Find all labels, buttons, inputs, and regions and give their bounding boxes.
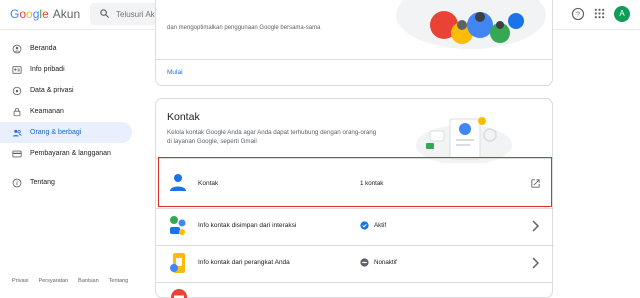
sidebar-item-beranda[interactable]: Beranda: [0, 38, 132, 59]
sidebar-item-label: Data & privasi: [30, 87, 74, 94]
footer-link-persyaratan[interactable]: Persyaratan: [39, 278, 69, 284]
minus-circle-icon: [360, 258, 369, 267]
sidebar-nav: Beranda Info pribadi Data & privasi Keam…: [0, 38, 132, 193]
contacts-card-title: Kontak: [167, 111, 200, 123]
interactions-status: Aktif: [374, 222, 386, 229]
device-contacts-status: Nonaktif: [374, 259, 397, 266]
sidebar-item-orang-berbagi[interactable]: Orang & berbagi: [0, 122, 132, 143]
apps-grid-icon[interactable]: [594, 8, 605, 19]
device-contacts-row-label: Info kontak dari perangkat Anda: [198, 259, 290, 266]
check-circle-icon: [360, 221, 369, 230]
account-avatar[interactable]: A: [614, 6, 630, 22]
sharing-illustration: [396, 0, 546, 53]
sharing-card-description: dan mengoptimalkan penggunaan Google ber…: [167, 25, 320, 31]
info-icon: [12, 178, 22, 188]
sidebar-item-data-privasi[interactable]: Data & privasi: [0, 80, 132, 101]
interactions-contacts-icon: [168, 214, 188, 238]
card-divider: [156, 59, 552, 60]
row-divider: [156, 282, 552, 283]
google-wordmark: Google: [10, 7, 49, 21]
sidebar-item-label: Beranda: [30, 45, 56, 52]
highlight-box: [158, 157, 552, 207]
sidebar-item-label: Orang & berbagi: [30, 129, 81, 136]
search-icon: [99, 8, 110, 19]
logo-akun-text: Akun: [53, 7, 80, 21]
sidebar-item-label: Info pribadi: [30, 66, 65, 73]
data-privacy-icon: [12, 86, 22, 96]
sidebar-item-label: Keamanan: [30, 108, 64, 115]
sidebar-item-label: Tentang: [30, 179, 55, 186]
blocked-icon: [170, 288, 188, 298]
footer-link-bantuan[interactable]: Bantuan: [78, 278, 99, 284]
footer-link-tentang[interactable]: Tentang: [109, 278, 129, 284]
help-icon[interactable]: ?: [571, 7, 585, 21]
footer-links: Privasi Persyaratan Bantuan Tentang: [12, 278, 128, 284]
row-divider: [156, 245, 554, 246]
lock-icon: [12, 107, 22, 117]
sidebar-item-pembayaran[interactable]: Pembayaran & langganan: [0, 143, 132, 164]
device-contacts-row[interactable]: Info kontak dari perangkat Anda Nonaktif: [156, 245, 554, 282]
sharing-card: dan mengoptimalkan penggunaan Google ber…: [155, 0, 553, 86]
home-icon: [12, 44, 22, 54]
chevron-right-icon[interactable]: [530, 220, 540, 232]
row-divider: [156, 208, 554, 209]
credit-card-icon: [12, 149, 22, 159]
interactions-row-label: Info kontak disimpan dari interaksi: [198, 222, 296, 229]
google-account-logo[interactable]: Google Akun: [10, 7, 80, 21]
footer-link-privasi[interactable]: Privasi: [12, 278, 29, 284]
mulai-link[interactable]: Mulai: [167, 69, 183, 76]
svg-text:?: ?: [576, 12, 580, 19]
chevron-right-icon[interactable]: [530, 257, 540, 269]
device-contacts-icon: [168, 252, 188, 276]
people-icon: [12, 128, 22, 138]
id-card-icon: [12, 65, 22, 75]
sidebar-item-info-pribadi[interactable]: Info pribadi: [0, 59, 132, 80]
sidebar-item-label: Pembayaran & langganan: [30, 150, 111, 157]
contacts-illustration: [414, 113, 514, 163]
contacts-card-description: Kelola kontak Google Anda agar Anda dapa…: [167, 128, 377, 146]
sidebar-item-tentang[interactable]: Tentang: [0, 172, 132, 193]
interactions-row[interactable]: Info kontak disimpan dari interaksi Akti…: [156, 208, 554, 245]
sidebar-item-keamanan[interactable]: Keamanan: [0, 101, 132, 122]
